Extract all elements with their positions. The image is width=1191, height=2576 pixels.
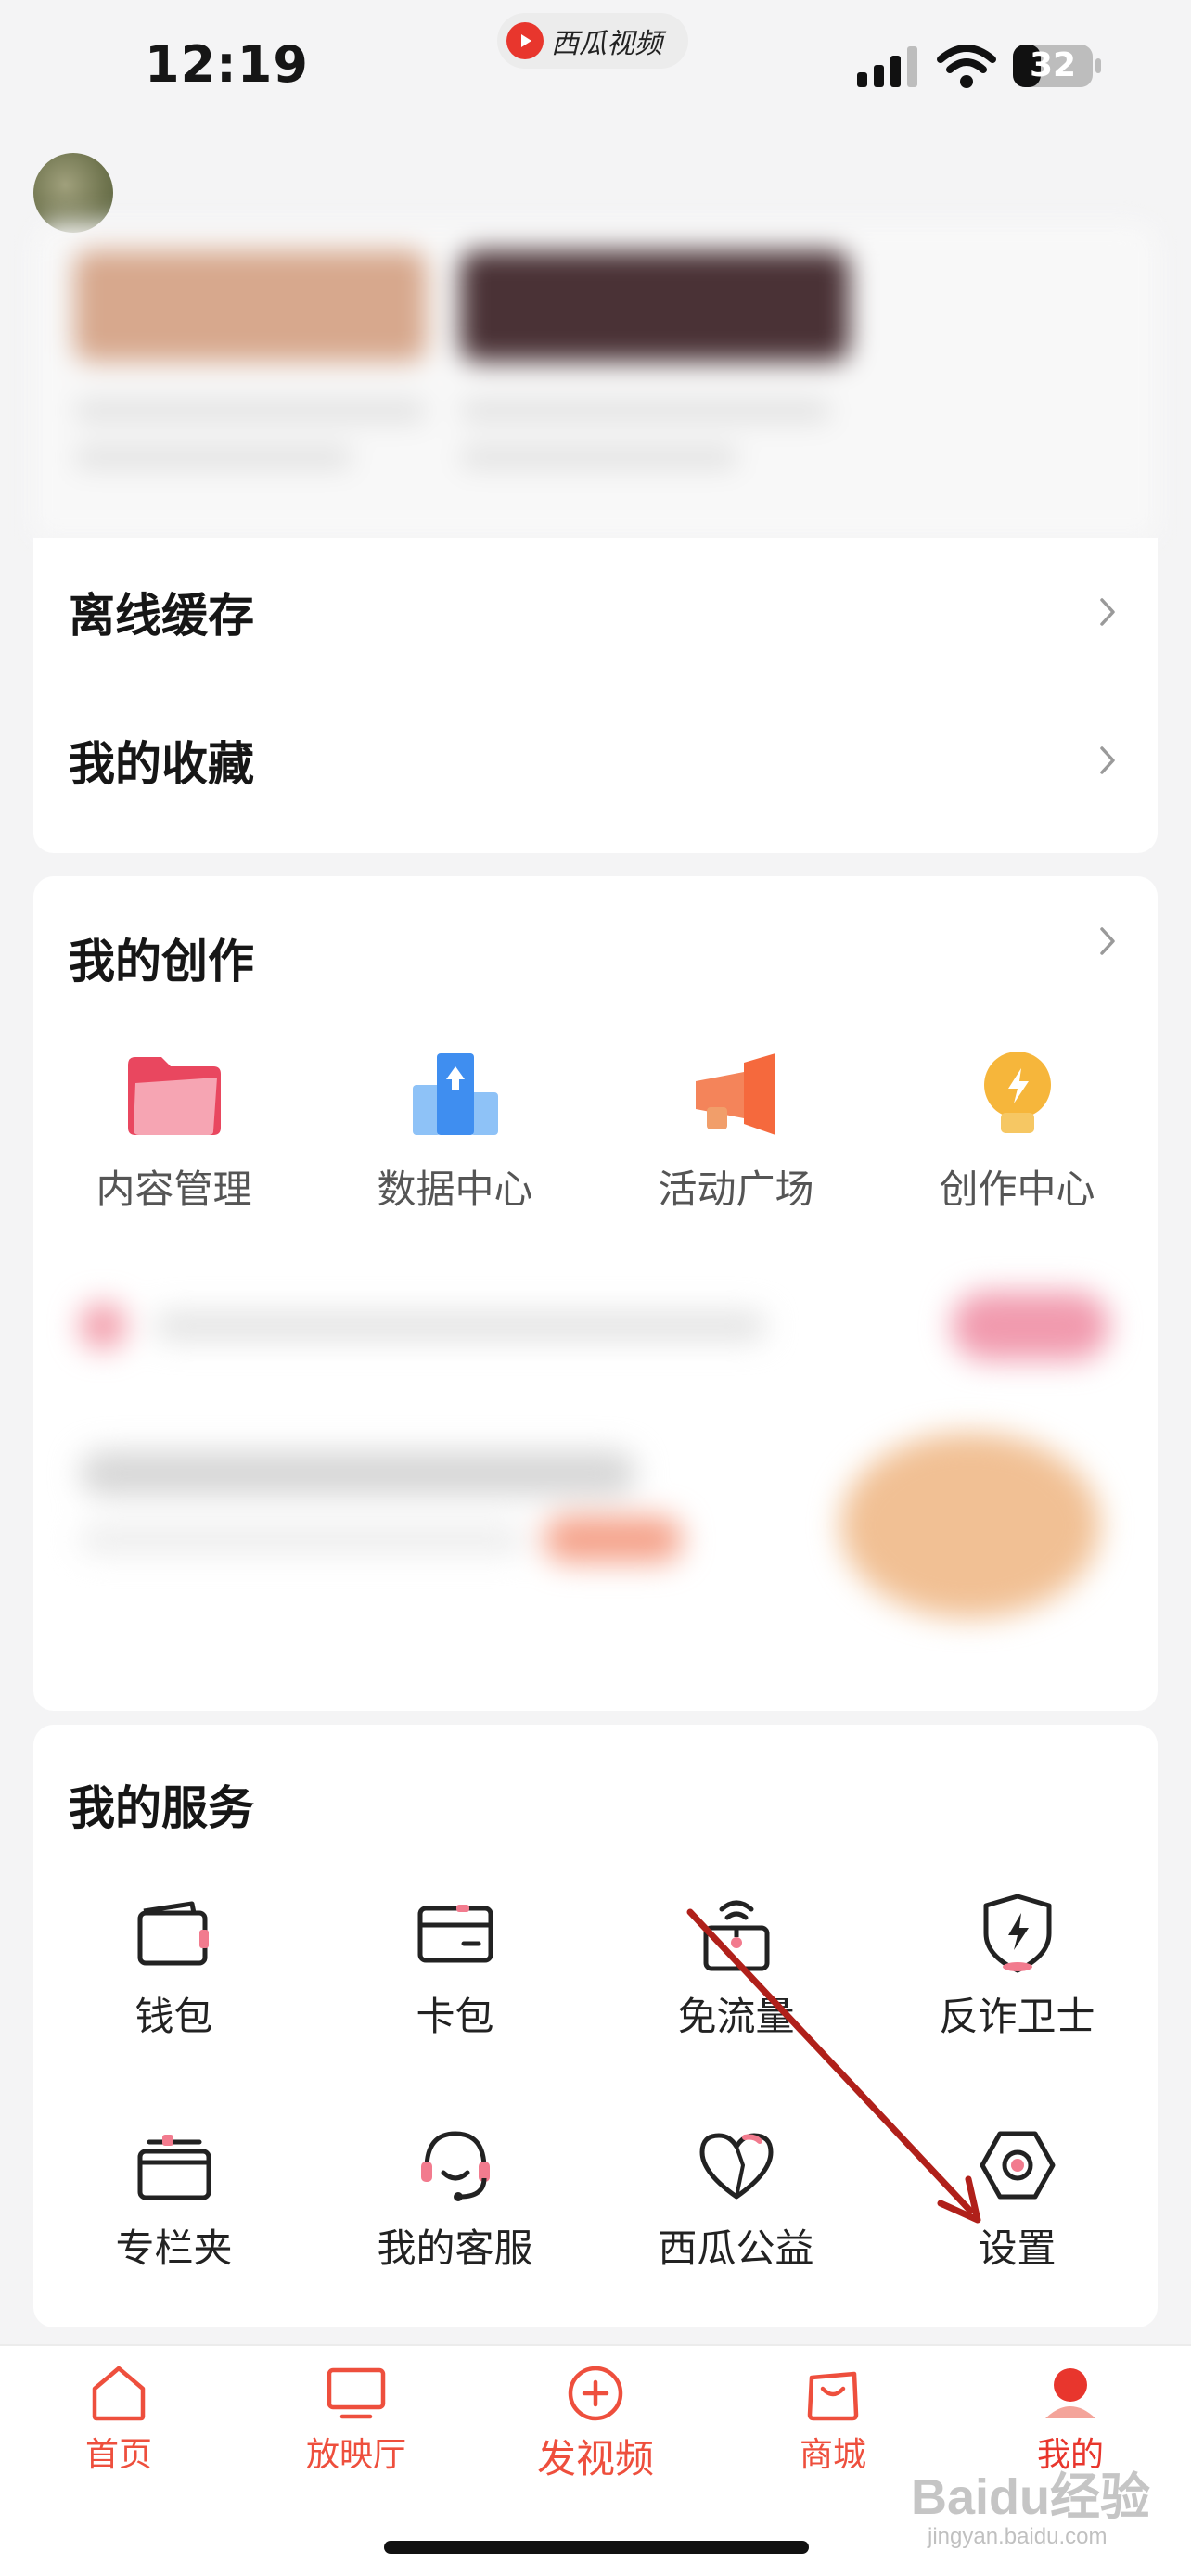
- tab-label: 商城: [799, 2436, 866, 2474]
- creation-item-activity-square[interactable]: 活动广场: [596, 1043, 877, 1215]
- baidu-watermark-url: jingyan.baidu.com: [928, 2524, 1108, 2549]
- list-item-label: 离线缓存: [69, 589, 254, 643]
- plus-circle-icon: [568, 2366, 623, 2421]
- baidu-watermark: Baidu经验: [911, 2469, 1151, 2525]
- avatar[interactable]: [33, 153, 113, 233]
- list-item-label: 我的收藏: [69, 737, 254, 791]
- settings-hex-icon: [980, 2131, 1055, 2200]
- creation-title: 我的创作: [69, 935, 254, 988]
- creation-item-data-center[interactable]: 数据中心: [314, 1043, 596, 1215]
- creation-item-creator-center[interactable]: 创作中心: [877, 1043, 1158, 1215]
- service-item-label: 西瓜公益: [658, 2225, 814, 2271]
- app-indicator-pill[interactable]: 西瓜视频: [497, 13, 688, 69]
- wallet-icon: [137, 1901, 209, 1966]
- watch-history-blurred: [33, 223, 1158, 538]
- creation-item-label: 创作中心: [939, 1167, 1095, 1212]
- tab-home[interactable]: 首页: [26, 2365, 211, 2476]
- card-icon: [417, 1905, 493, 1963]
- service-item-label: 反诈卫士: [939, 1994, 1095, 2039]
- service-item-charity[interactable]: 西瓜公益: [596, 2119, 877, 2274]
- signal-icon: [857, 46, 917, 87]
- history-text: [74, 399, 427, 423]
- tab-post-video[interactable]: 发视频: [503, 2365, 688, 2484]
- status-bar: 12:19 西瓜视频 32: [0, 0, 1191, 139]
- chevron-right-icon[interactable]: [1098, 926, 1117, 956]
- headset-icon: [420, 2131, 490, 2201]
- service-item-column-folder[interactable]: 专栏夹: [33, 2119, 314, 2274]
- service-item-free-data[interactable]: 免流量: [596, 1887, 877, 2042]
- service-item-wallet[interactable]: 钱包: [33, 1887, 314, 2042]
- home-icon: [92, 2366, 146, 2421]
- list-item-offline-cache[interactable]: 离线缓存: [33, 538, 1158, 686]
- list-item-favorites[interactable]: 我的收藏: [33, 686, 1158, 835]
- folder-icon: [127, 1057, 221, 1135]
- tab-label: 首页: [84, 2436, 152, 2474]
- chevron-right-icon: [1100, 598, 1115, 626]
- creation-item-label: 活动广场: [658, 1167, 814, 1212]
- service-item-card-pack[interactable]: 卡包: [314, 1887, 596, 2042]
- tab-label: 放映厅: [305, 2436, 406, 2474]
- services-card: 我的服务 钱包 卡包 免流量 反诈卫士 专栏夹 我的客服 西瓜公益 设置: [33, 1725, 1158, 2327]
- tv-icon: [327, 2367, 386, 2419]
- tab-label: 发视频: [536, 2436, 654, 2481]
- services-row-1: 钱包 卡包 免流量 反诈卫士: [33, 1887, 1158, 2042]
- blurred-promo-row[interactable]: [61, 1284, 1128, 1368]
- creation-item-label: 内容管理: [96, 1167, 252, 1212]
- service-item-label: 免流量: [677, 1994, 795, 2039]
- service-item-label: 卡包: [416, 1994, 494, 2039]
- service-item-settings[interactable]: 设置: [877, 2119, 1158, 2274]
- tab-mall[interactable]: 商城: [740, 2365, 926, 2476]
- services-title: 我的服务: [69, 1781, 254, 1835]
- shopping-bag-icon: [807, 2371, 859, 2421]
- quick-list-card: 离线缓存 我的收藏: [33, 538, 1158, 853]
- history-text: [74, 445, 352, 469]
- lightbulb-icon: [983, 1052, 1051, 1133]
- tab-theater[interactable]: 放映厅: [263, 2365, 449, 2476]
- service-item-anti-fraud[interactable]: 反诈卫士: [877, 1887, 1158, 2042]
- history-text: [460, 399, 831, 423]
- home-indicator[interactable]: [384, 2541, 809, 2554]
- history-thumb[interactable]: [74, 250, 427, 362]
- xigua-logo-icon: [506, 22, 544, 59]
- blurred-promo-card[interactable]: [61, 1414, 1128, 1655]
- folder-outline-icon: [137, 2135, 211, 2200]
- creation-item-label: 数据中心: [377, 1167, 533, 1212]
- shield-icon: [983, 1894, 1051, 1973]
- heart-icon: [699, 2133, 773, 2200]
- data-chart-icon: [412, 1053, 498, 1135]
- creation-grid: 内容管理 数据中心 活动广场 创作中心: [33, 1043, 1158, 1215]
- creation-item-content-manage[interactable]: 内容管理: [33, 1043, 314, 1215]
- megaphone-icon: [695, 1053, 775, 1135]
- service-item-label: 专栏夹: [115, 2225, 233, 2271]
- free-data-icon: [703, 1900, 769, 1971]
- service-item-label: 我的客服: [377, 2225, 533, 2271]
- app-pill-name: 西瓜视频: [551, 28, 662, 60]
- chevron-right-icon: [1100, 746, 1115, 774]
- services-row-2: 专栏夹 我的客服 西瓜公益 设置: [33, 2119, 1158, 2274]
- history-thumb[interactable]: [460, 250, 850, 362]
- creation-card: 我的创作 内容管理 数据中心 活动广场 创作中心: [33, 876, 1158, 1711]
- battery-level: 32: [1029, 46, 1077, 84]
- profile-icon: [1045, 2368, 1095, 2418]
- wifi-icon: [937, 45, 996, 88]
- service-item-customer-service[interactable]: 我的客服: [314, 2119, 596, 2274]
- service-item-label: 钱包: [134, 1994, 213, 2039]
- history-text: [460, 445, 738, 469]
- status-time: 12:19: [145, 35, 309, 94]
- service-item-label: 设置: [978, 2225, 1057, 2271]
